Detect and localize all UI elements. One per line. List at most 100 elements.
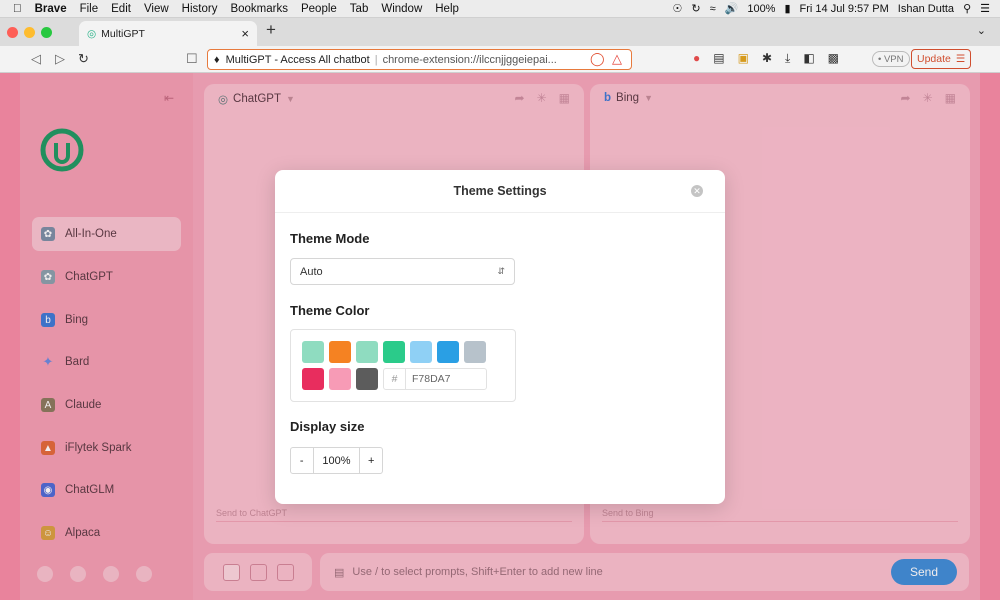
forward-icon[interactable]: ▷ (55, 51, 65, 67)
decrease-button[interactable]: - (291, 448, 313, 473)
brave-shield-icon[interactable]: ◯ (590, 51, 605, 67)
tab-multigpt[interactable]: ◎ MultiGPT × (79, 21, 257, 46)
iflytek-spark-icon: ▲ (41, 441, 55, 455)
menu-tab[interactable]: Tab (350, 3, 369, 15)
volume-icon[interactable]: 🔊 (725, 2, 739, 15)
layout-two-column-icon[interactable] (222, 563, 240, 581)
sidebar-item-chatgpt[interactable]: ✿ ChatGPT (32, 260, 181, 294)
color-swatch[interactable] (410, 341, 432, 363)
hex-value: F78DA7 (412, 373, 451, 385)
extensions-icon[interactable]: ✱ (762, 51, 772, 66)
prompt-library-icon[interactable]: ▤ (334, 566, 344, 579)
collapse-sidebar-icon[interactable]: ⇤ (164, 91, 174, 105)
share-icon[interactable]: ➦ (901, 91, 911, 105)
hash-prefix: # (384, 369, 406, 389)
panel-header[interactable]: ◎ ChatGPT ▼ (218, 92, 295, 106)
settings-icon[interactable] (136, 566, 152, 582)
brave-rewards-icon[interactable]: △ (612, 51, 622, 67)
color-swatch[interactable] (383, 341, 405, 363)
apple-icon[interactable]:  (13, 3, 22, 15)
chevron-down-icon[interactable]: ⌄ (977, 24, 986, 37)
layout-three-column-icon[interactable] (249, 563, 267, 581)
accessibility-icon[interactable]: ☉ (672, 2, 682, 15)
menu-edit[interactable]: Edit (111, 3, 131, 15)
clear-icon[interactable]: ✳ (923, 91, 933, 105)
sidebar-item-bard[interactable]: ✦ Bard (32, 345, 181, 379)
prompt-placeholder: Use / to select prompts, Shift+Enter to … (352, 566, 603, 578)
menu-history[interactable]: History (182, 3, 218, 15)
claude-icon: A (41, 398, 55, 412)
color-swatch[interactable] (329, 368, 351, 390)
feedback-icon[interactable] (37, 566, 53, 582)
sidebar-item-alpaca[interactable]: ☺ Alpaca (32, 516, 181, 550)
color-swatch[interactable] (356, 341, 378, 363)
menu-bookmarks[interactable]: Bookmarks (230, 3, 288, 15)
sidebar-item-bing[interactable]: b Bing (32, 303, 181, 337)
update-button[interactable]: Update ☰ (911, 49, 972, 69)
minimize-window-icon[interactable] (24, 26, 35, 38)
sidebar-item-label: ChatGPT (65, 271, 113, 283)
color-swatch[interactable] (356, 368, 378, 390)
menu-brave[interactable]: Brave (35, 3, 67, 15)
notes-icon[interactable]: ▣ (738, 51, 749, 66)
sidebar-item-iflytek-spark[interactable]: ▲ iFlytek Spark (32, 431, 181, 465)
downloads-icon[interactable]: ⤓ (785, 51, 790, 66)
close-icon[interactable]: ✕ (691, 185, 703, 197)
chatglm-icon: ◉ (41, 483, 55, 497)
increase-button[interactable]: + (360, 448, 382, 473)
sidebar-item-all-in-one[interactable]: ✿ All-In-One (32, 217, 181, 251)
color-swatch[interactable] (437, 341, 459, 363)
menu-view[interactable]: View (144, 3, 169, 15)
panel-header[interactable]: b Bing ▼ (604, 92, 653, 104)
color-swatch[interactable] (302, 368, 324, 390)
bing-icon: b (604, 92, 612, 104)
bookmark-icon[interactable]: ☐ (186, 51, 198, 67)
color-swatch[interactable] (302, 341, 324, 363)
multigpt-favicon-icon: ◎ (87, 27, 97, 40)
address-bar[interactable]: ♦ MultiGPT - Access All chatbot | chrome… (207, 49, 632, 70)
send-button[interactable]: Send (891, 559, 957, 585)
panel-input[interactable]: Send to Bing (602, 508, 958, 522)
reading-list-icon[interactable]: ▤ (713, 51, 724, 66)
theme-mode-select[interactable]: Auto ⇵ (290, 258, 515, 285)
layout-grid-icon[interactable] (276, 563, 294, 581)
battery-icon[interactable]: ▮ (784, 2, 790, 15)
vpn-button[interactable]: • VPN (872, 51, 910, 67)
panel-input[interactable]: Send to ChatGPT (216, 508, 572, 522)
sidebar-item-claude[interactable]: A Claude (32, 388, 181, 422)
sidebar-item-label: ChatGLM (65, 484, 115, 496)
zoom-window-icon[interactable] (41, 26, 52, 38)
theme-color-picker: # F78DA7 (290, 329, 516, 402)
extension-record-icon[interactable]: ● (693, 51, 700, 66)
chat-icon[interactable] (70, 566, 86, 582)
user-name[interactable]: Ishan Dutta (898, 3, 954, 15)
menu-file[interactable]: File (80, 3, 99, 15)
prompt-input[interactable]: ▤ Use / to select prompts, Shift+Enter t… (320, 553, 969, 591)
color-swatch[interactable] (329, 341, 351, 363)
close-window-icon[interactable] (7, 26, 18, 38)
menu-help[interactable]: Help (435, 3, 459, 15)
url-text: chrome-extension://ilccnjjggeiepai... (382, 53, 557, 66)
clear-icon[interactable]: ✳ (537, 91, 547, 105)
share-icon[interactable]: ➦ (515, 91, 525, 105)
sidebar-toggle-icon[interactable]: ◧ (803, 51, 814, 66)
menu-window[interactable]: Window (381, 3, 422, 15)
hex-color-input[interactable]: # F78DA7 (383, 368, 487, 390)
history-icon[interactable]: ▦ (559, 91, 570, 105)
menu-people[interactable]: People (301, 3, 337, 15)
battery-percent[interactable]: 100% (747, 3, 775, 15)
history-icon[interactable]: ▦ (945, 91, 956, 105)
control-center-icon[interactable]: ☰ (980, 2, 990, 15)
theme-icon[interactable] (103, 566, 119, 582)
datetime[interactable]: Fri 14 Jul 9:57 PM (800, 3, 889, 15)
back-icon[interactable]: ◁ (31, 51, 41, 67)
spotlight-icon[interactable]: ⚲ (963, 2, 971, 15)
sidebar-item-chatglm[interactable]: ◉ ChatGLM (32, 473, 181, 507)
time-machine-icon[interactable]: ↻ (691, 2, 700, 15)
new-tab-button[interactable]: + (266, 20, 276, 40)
wifi-icon[interactable]: ≈ (710, 3, 716, 15)
color-swatch[interactable] (464, 341, 486, 363)
tab-close-icon[interactable]: × (241, 26, 249, 41)
wallet-icon[interactable]: ▩ (828, 51, 839, 66)
reload-icon[interactable]: ↻ (78, 51, 89, 67)
